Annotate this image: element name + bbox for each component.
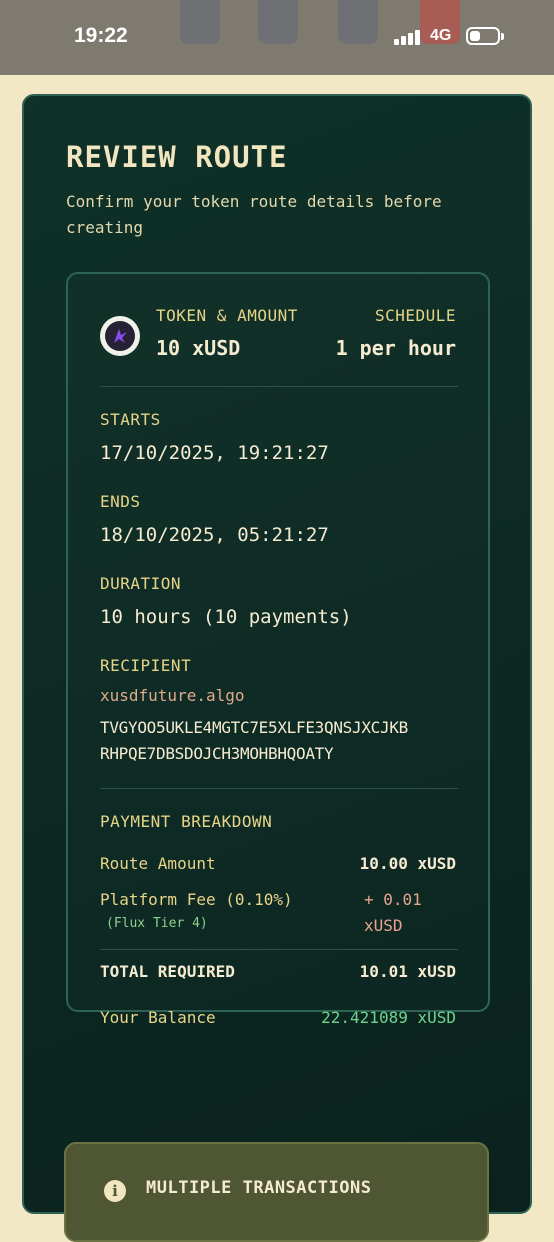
token-amount-value: 10 xUSD bbox=[156, 336, 241, 360]
token-amount-label: TOKEN & AMOUNT bbox=[156, 306, 298, 325]
status-bar: 19:22 4G bbox=[0, 0, 554, 75]
ends-label: ENDS bbox=[100, 492, 141, 511]
token-logo-icon bbox=[100, 316, 140, 356]
platform-fee-value-line-1: + 0.01 bbox=[364, 890, 422, 909]
recipient-name: xusdfuture.algo bbox=[100, 686, 245, 705]
total-required-value: 10.01 xUSD bbox=[359, 962, 456, 981]
duration-label: DURATION bbox=[100, 574, 182, 593]
page-title: REVIEW ROUTE bbox=[66, 140, 288, 174]
starts-label: STARTS bbox=[100, 410, 161, 429]
recipient-address-line-2: RHPQE7DBSDOJCH3MOHBHQOATY bbox=[100, 744, 334, 763]
divider bbox=[100, 949, 458, 950]
balance-value: 22.421089 xUSD bbox=[321, 1008, 456, 1027]
background-app-tile bbox=[180, 0, 220, 44]
starts-value: 17/10/2025, 19:21:27 bbox=[100, 442, 329, 464]
signal-icon bbox=[394, 29, 424, 45]
review-route-card: REVIEW ROUTE Confirm your token route de… bbox=[22, 94, 532, 1214]
status-time: 19:22 bbox=[74, 24, 128, 47]
fee-tier-label: (Flux Tier 4) bbox=[106, 916, 208, 931]
route-amount-label: Route Amount bbox=[100, 854, 216, 873]
multiple-transactions-notice: i MULTIPLE TRANSACTIONS bbox=[64, 1142, 489, 1242]
notice-title: MULTIPLE TRANSACTIONS bbox=[146, 1178, 372, 1198]
page-subtitle: Confirm your token route details before … bbox=[66, 192, 442, 237]
info-icon: i bbox=[104, 1180, 126, 1202]
recipient-label: RECIPIENT bbox=[100, 656, 192, 675]
duration-value: 10 hours (10 payments) bbox=[100, 606, 352, 628]
network-type: 4G bbox=[430, 27, 452, 44]
route-details-panel: TOKEN & AMOUNT 10 xUSD SCHEDULE 1 per ho… bbox=[66, 272, 490, 1027]
total-required-label: TOTAL REQUIRED bbox=[100, 962, 235, 981]
battery-icon bbox=[466, 27, 504, 45]
divider bbox=[100, 386, 458, 387]
payment-breakdown-label: PAYMENT BREAKDOWN bbox=[100, 812, 273, 831]
recipient-address-line-1: TVGYOO5UKLE4MGTC7E5XLFE3QNSJXCJKB bbox=[100, 718, 408, 737]
platform-fee-value-line-2: xUSD bbox=[364, 916, 403, 935]
balance-label: Your Balance bbox=[100, 1008, 216, 1027]
ends-value: 18/10/2025, 05:21:27 bbox=[100, 524, 329, 546]
divider bbox=[100, 788, 458, 789]
background-app-tile bbox=[258, 0, 298, 44]
route-amount-value: 10.00 xUSD bbox=[359, 854, 456, 873]
schedule-label: SCHEDULE bbox=[374, 306, 456, 325]
platform-fee-label: Platform Fee (0.10%) bbox=[100, 890, 293, 909]
schedule-value: 1 per hour bbox=[335, 336, 456, 360]
background-app-tile bbox=[338, 0, 378, 44]
